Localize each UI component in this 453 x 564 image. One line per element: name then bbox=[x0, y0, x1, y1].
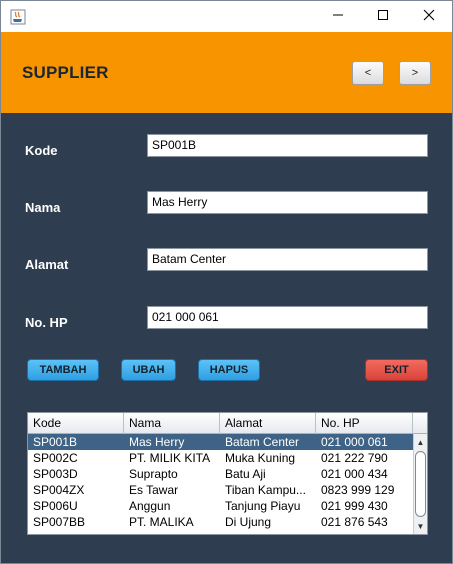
cell-no-hp: 021 999 430 bbox=[321, 499, 388, 513]
scrollbar-thumb[interactable] bbox=[415, 451, 426, 517]
column-header-alamat[interactable]: Alamat bbox=[220, 413, 316, 434]
kode-field[interactable]: SP001B bbox=[147, 134, 428, 157]
ubah-button[interactable]: UBAH bbox=[121, 359, 176, 381]
close-button[interactable] bbox=[406, 1, 452, 32]
cell-no-hp: 021 876 543 bbox=[321, 515, 388, 529]
cell-alamat: Di Ujung bbox=[225, 515, 272, 529]
nama-label: Nama bbox=[25, 200, 61, 215]
exit-button[interactable]: EXIT bbox=[365, 359, 428, 381]
supplier-window: SUPPLIER < > Kode SP001B Nama Mas Herry … bbox=[0, 0, 453, 564]
nama-field[interactable]: Mas Herry bbox=[147, 191, 428, 214]
cell-no-hp: 021 000 434 bbox=[321, 467, 388, 481]
cell-alamat: Tanjung Piayu bbox=[225, 499, 301, 513]
cell-kode: SP002C bbox=[33, 451, 78, 465]
cell-alamat: Batu Aji bbox=[225, 467, 266, 481]
table-row[interactable]: SP002C PT. MILIK KITA Muka Kuning 021 22… bbox=[28, 450, 413, 466]
cell-kode: SP004ZX bbox=[33, 483, 85, 497]
java-app-icon bbox=[10, 9, 26, 25]
table-row[interactable]: SP006U Anggun Tanjung Piayu 021 999 430 bbox=[28, 498, 413, 514]
page-title: SUPPLIER bbox=[22, 63, 109, 82]
cell-kode: SP001B bbox=[33, 435, 78, 449]
table-row[interactable]: SP004ZX Es Tawar Tiban Kampu... 0823 999… bbox=[28, 482, 413, 498]
column-header-no-hp[interactable]: No. HP bbox=[316, 413, 413, 434]
next-button[interactable]: > bbox=[399, 61, 431, 85]
kode-label: Kode bbox=[25, 143, 58, 158]
cell-no-hp: 021 222 790 bbox=[321, 451, 388, 465]
table-row[interactable]: SP003D Suprapto Batu Aji 021 000 434 bbox=[28, 466, 413, 482]
cell-alamat: Tiban Kampu... bbox=[225, 483, 306, 497]
close-icon bbox=[423, 8, 435, 26]
cell-nama: PT. MALIKA bbox=[129, 515, 194, 529]
table-row[interactable]: SP007BB PT. MALIKA Di Ujung 021 876 543 bbox=[28, 514, 413, 530]
cell-kode: SP003D bbox=[33, 467, 78, 481]
supplier-table: Kode Nama Alamat No. HP SP001B Mas Herry… bbox=[27, 412, 428, 535]
cell-no-hp: 0823 999 129 bbox=[321, 483, 395, 497]
hapus-button[interactable]: HAPUS bbox=[198, 359, 260, 381]
column-header-kode[interactable]: Kode bbox=[28, 413, 124, 434]
cell-kode: SP007BB bbox=[33, 515, 86, 529]
cell-alamat: Muka Kuning bbox=[225, 451, 296, 465]
table-header: Kode Nama Alamat No. HP bbox=[28, 413, 427, 434]
column-header-nama[interactable]: Nama bbox=[124, 413, 220, 434]
maximize-button[interactable] bbox=[360, 1, 406, 32]
cell-kode: SP006U bbox=[33, 499, 78, 513]
alamat-field[interactable]: Batam Center bbox=[147, 248, 428, 271]
alamat-label: Alamat bbox=[25, 257, 69, 272]
cell-nama: PT. MILIK KITA bbox=[129, 451, 211, 465]
maximize-icon bbox=[377, 8, 389, 26]
minimize-button[interactable] bbox=[315, 1, 361, 32]
title-bar bbox=[1, 1, 452, 32]
cell-nama: Mas Herry bbox=[129, 435, 185, 449]
cell-nama: Anggun bbox=[129, 499, 171, 513]
minimize-icon bbox=[332, 8, 344, 26]
table-row[interactable]: SP001B Mas Herry Batam Center 021 000 06… bbox=[28, 434, 413, 450]
no-hp-field[interactable]: 021 000 061 bbox=[147, 306, 428, 329]
cell-nama: Suprapto bbox=[129, 467, 178, 481]
cell-no-hp: 021 000 061 bbox=[321, 435, 388, 449]
scroll-down-icon[interactable]: ▼ bbox=[414, 520, 427, 533]
previous-button[interactable]: < bbox=[352, 61, 384, 85]
scroll-up-icon[interactable]: ▲ bbox=[414, 436, 427, 449]
header-panel: SUPPLIER < > bbox=[1, 32, 452, 113]
no-hp-label: No. HP bbox=[25, 315, 68, 330]
tambah-button[interactable]: TAMBAH bbox=[27, 359, 99, 381]
cell-nama: Es Tawar bbox=[129, 483, 179, 497]
table-scrollbar[interactable]: ▲ ▼ bbox=[413, 434, 427, 534]
cell-alamat: Batam Center bbox=[225, 435, 300, 449]
table-body: SP001B Mas Herry Batam Center 021 000 06… bbox=[28, 434, 413, 530]
